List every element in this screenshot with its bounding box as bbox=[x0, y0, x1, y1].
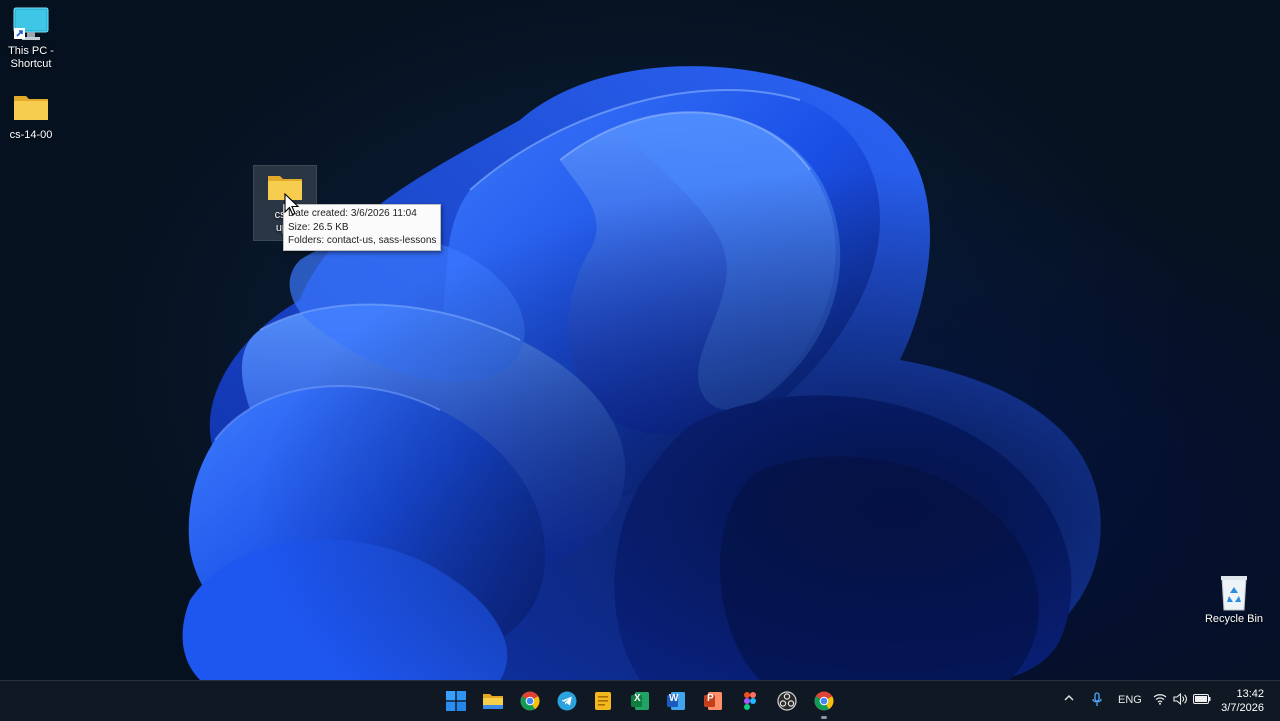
obs-icon bbox=[777, 691, 797, 711]
folder-icon bbox=[11, 90, 51, 126]
wallpaper-bloom bbox=[0, 0, 1280, 680]
desktop-icon-this-pc[interactable]: This PC - Shortcut bbox=[0, 6, 62, 71]
mouse-cursor-icon bbox=[284, 193, 300, 216]
powerpoint-letter: P bbox=[707, 693, 714, 704]
taskbar-file-explorer[interactable] bbox=[479, 687, 507, 715]
clock-date: 3/7/2026 bbox=[1221, 702, 1264, 714]
chevron-up-icon bbox=[1064, 695, 1074, 701]
taskbar-excel[interactable]: X bbox=[626, 687, 654, 715]
tooltip-size: Size: 26.5 KB bbox=[288, 221, 349, 233]
taskbar-chrome-active[interactable] bbox=[810, 687, 838, 719]
folder-info-tooltip: Date created: 3/6/2026 11:04 Size: 26.5 … bbox=[283, 204, 442, 251]
tooltip-date-created: Date created: 3/6/2026 11:04 bbox=[288, 208, 417, 219]
desktop-icon-folder-cs-14-00[interactable]: cs-14-00 bbox=[0, 90, 62, 142]
file-explorer-icon bbox=[483, 694, 503, 709]
taskbar: X W P ENG 13:42 3/7/2026 bbox=[0, 680, 1280, 721]
desktop-icon-label-line1: This PC - bbox=[8, 45, 54, 57]
taskbar-notes[interactable] bbox=[589, 687, 617, 715]
taskbar-figma[interactable] bbox=[736, 687, 764, 715]
desktop-icon-recycle-bin[interactable]: Recycle Bin bbox=[1200, 574, 1268, 626]
windows-start-icon bbox=[446, 691, 466, 711]
chrome-icon bbox=[520, 691, 540, 711]
show-hidden-icons-button[interactable] bbox=[1063, 692, 1075, 707]
taskbar-chrome[interactable] bbox=[516, 687, 544, 715]
taskbar-clock[interactable]: 13:42 3/7/2026 bbox=[1221, 687, 1264, 715]
volume-button[interactable] bbox=[1173, 692, 1188, 708]
start-button[interactable] bbox=[442, 687, 470, 715]
taskbar-telegram[interactable] bbox=[553, 687, 581, 715]
taskbar-word[interactable]: W bbox=[662, 687, 690, 715]
wifi-button[interactable] bbox=[1153, 693, 1167, 708]
tooltip-folders: Folders: contact-us, sass-lessons bbox=[288, 235, 437, 246]
desktop-icon-label: cs-14-00 bbox=[9, 129, 53, 141]
chrome-icon bbox=[814, 691, 834, 711]
word-letter: W bbox=[669, 693, 679, 704]
clock-time: 13:42 bbox=[1236, 688, 1264, 700]
excel-letter: X bbox=[634, 693, 641, 704]
figma-icon bbox=[744, 692, 756, 710]
battery-button[interactable] bbox=[1193, 694, 1211, 707]
desktop-icon-label-line2: Shortcut bbox=[10, 58, 52, 70]
wifi-icon bbox=[1153, 694, 1167, 705]
monitor-shortcut-icon bbox=[11, 6, 51, 42]
telegram-icon bbox=[557, 691, 577, 711]
battery-icon bbox=[1193, 694, 1211, 704]
desktop[interactable]: This PC - Shortcut cs-14-00 cs-1 upd bbox=[0, 0, 1280, 680]
notes-icon bbox=[595, 692, 611, 710]
taskbar-powerpoint[interactable]: P bbox=[699, 687, 727, 715]
desktop-icon-label: Recycle Bin bbox=[1204, 613, 1264, 625]
speaker-icon bbox=[1173, 692, 1187, 706]
microphone-icon bbox=[1092, 692, 1102, 706]
microphone-button[interactable] bbox=[1091, 692, 1103, 711]
taskbar-obs[interactable] bbox=[773, 687, 801, 715]
recycle-bin-icon bbox=[1214, 574, 1254, 611]
language-indicator[interactable]: ENG bbox=[1118, 694, 1142, 706]
